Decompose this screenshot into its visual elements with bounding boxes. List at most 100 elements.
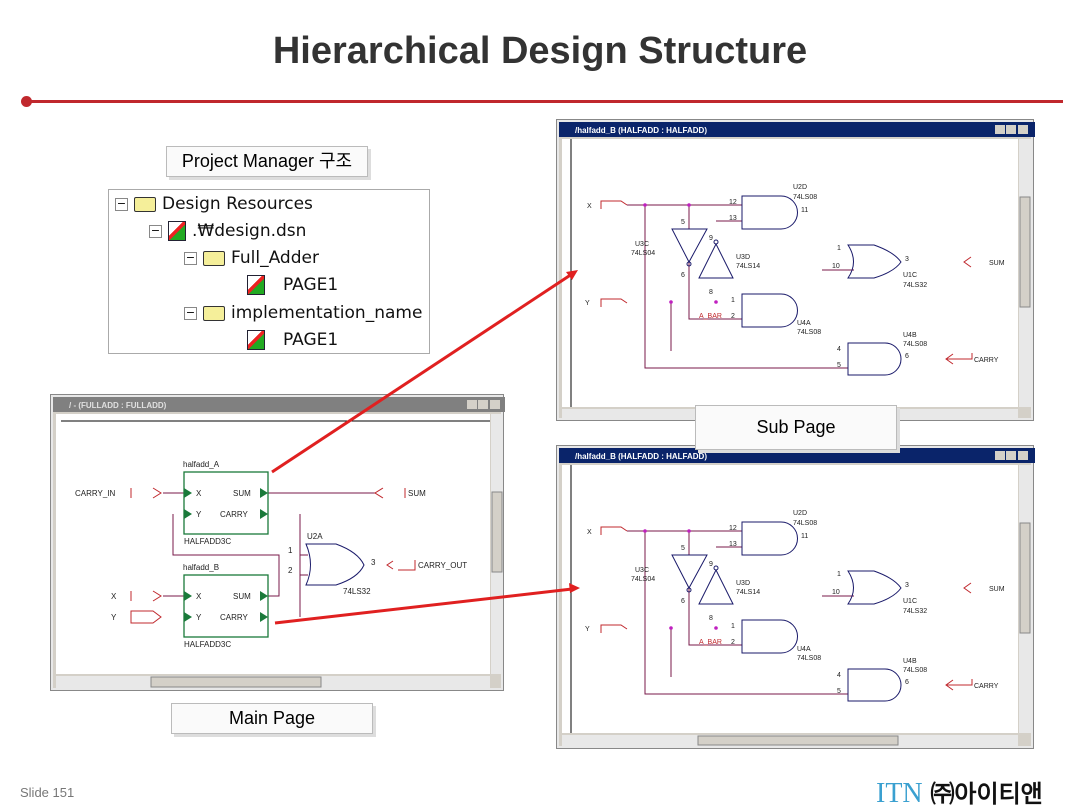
part-ref: U4A [797,320,811,327]
collapse-icon[interactable]: − [149,224,162,238]
tree-item-implementation-name[interactable]: − implementation_name [184,303,422,323]
close-button[interactable] [1018,125,1028,134]
main-page-label: Main Page [171,703,373,734]
sub-page-window[interactable]: /halfadd_B (HALFADD : HALFADD) X Y SUM C… [556,119,1035,421]
maximize-button[interactable] [1006,125,1016,134]
tree-item-design-resources[interactable]: − Design Resources [115,194,313,214]
pin-label: X [196,489,202,498]
schematic-canvas[interactable] [562,139,1018,407]
part-type: 74LS04 [631,250,655,257]
port-carry-in: CARRY_IN [75,489,116,498]
pin-number: 10 [832,263,840,270]
project-tree: − Design Resources − .₩design.dsn − Full_Ad… [108,189,430,354]
title-rule [26,100,1063,103]
part-ref: U4B [903,658,917,665]
pin-number: 9 [709,561,713,568]
collapse-icon[interactable]: − [115,197,128,211]
pin-number: 4 [837,346,841,353]
pin-number: 11 [801,533,808,540]
port-y: Y [585,300,590,307]
part-ref: U1C [903,272,917,279]
folder-icon [203,305,225,321]
slide-title: Hierarchical Design Structure [272,30,808,72]
maximize-button[interactable] [478,400,488,409]
part-type: 74LS32 [343,587,371,596]
close-button[interactable] [490,400,500,409]
root-folder-icon [203,250,225,266]
pin-number: 12 [729,525,737,532]
tree-item-label: Design Resources [162,194,313,214]
pin-number: 2 [731,639,735,646]
pin-number: 9 [709,235,713,242]
pin-number: 6 [905,353,909,360]
collapse-icon[interactable]: − [184,306,197,320]
minimize-button[interactable] [467,400,477,409]
part-ref: halfadd_B [183,563,219,572]
tree-item-page1[interactable]: PAGE1 [247,330,338,350]
pin-number: 3 [905,256,909,263]
pin-number: 5 [837,688,841,695]
schematic-page-icon [247,330,265,350]
pin-number: 2 [288,566,293,575]
pin-label: SUM [233,489,251,498]
port-carry: CARRY [974,357,999,364]
part-type: 74LS04 [631,576,655,583]
tree-item-full-adder[interactable]: − Full_Adder [184,248,319,268]
part-ref: U3D [736,254,750,261]
pin-number: 1 [731,297,735,304]
sub-page-label: Sub Page [695,405,897,450]
pin-number: 1 [288,546,293,555]
pin-number: 8 [709,289,713,296]
tree-item-design-dsn[interactable]: − .₩design.dsn [149,221,306,241]
part-ref: U3D [736,580,750,587]
port-x: X [111,592,117,601]
window-title: /halfadd_B (HALFADD : HALFADD) [575,452,707,461]
schematic-canvas[interactable] [56,414,490,674]
pin-number: 5 [681,219,685,226]
logo-korean: ㈜아이티앤 [930,780,1043,808]
part-type: 74LS14 [736,589,760,596]
slide-number: Slide 151 [20,785,75,800]
sub-page-window[interactable]: /halfadd_B (HALFADD : HALFADD) X Y SUM C… [556,445,1035,749]
part-ref: U4A [797,646,811,653]
part-ref: U4B [903,332,917,339]
pin-number: 5 [837,362,841,369]
tree-item-label: PAGE1 [283,330,339,350]
part-type: 74LS14 [736,263,760,270]
net-label: A_BAR [699,639,722,646]
part-type: 74LS08 [793,194,817,201]
tree-item-page1[interactable]: PAGE1 [247,275,338,295]
close-button[interactable] [1018,451,1028,460]
port-carry-out: CARRY_OUT [418,561,467,570]
part-type: 74LS08 [797,655,821,662]
schematic-canvas[interactable] [562,465,1018,733]
pin-number: 6 [681,272,685,279]
part-ref: U2A [307,532,323,541]
pin-number: 11 [801,207,808,214]
pin-number: 1 [837,571,841,578]
minimize-button[interactable] [995,451,1005,460]
pin-label: Y [196,510,202,519]
port-carry: CARRY [974,683,999,690]
part-type: 74LS08 [793,520,817,527]
pin-number: 3 [905,582,909,589]
part-ref: halfadd_A [183,460,220,469]
pin-label: CARRY [220,613,249,622]
maximize-button[interactable] [1006,451,1016,460]
part-type: 74LS08 [797,329,821,336]
collapse-icon[interactable]: − [184,251,197,265]
tree-item-label: PAGE1 [283,275,339,295]
pin-number: 1 [837,245,841,252]
schematic-page-icon [247,275,265,295]
pin-label: X [196,592,202,601]
company-logo: ITN ㈜아이티앤 [876,774,1043,810]
pin-number: 6 [905,679,909,686]
main-page-window[interactable]: / - (FULLADD : FULLADD) halfadd_A X Y SU… [50,394,505,691]
pin-number: 3 [371,558,376,567]
window-title: / - (FULLADD : FULLADD) [69,401,167,410]
minimize-button[interactable] [995,125,1005,134]
project-manager-label: Project Manager 구조 [166,146,368,177]
part-ref: U3C [635,241,649,248]
part-ref: U3C [635,567,649,574]
port-sum: SUM [989,260,1005,267]
